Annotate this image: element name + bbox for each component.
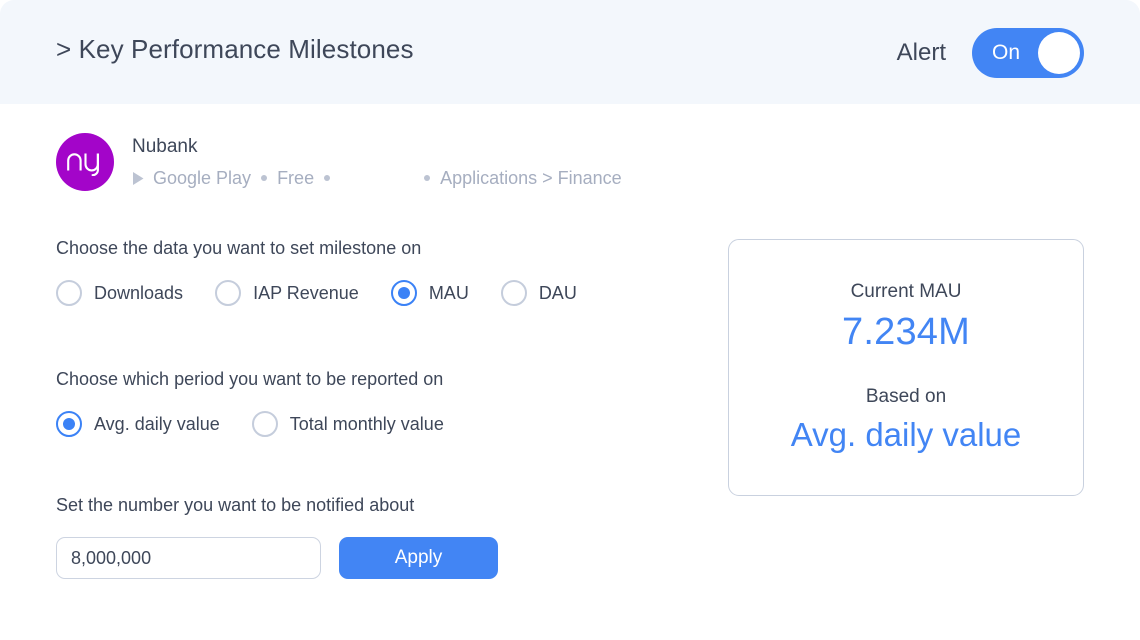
milestone-form: Choose the data you want to set mileston…: [56, 238, 676, 579]
milestone-input-row: Apply: [56, 537, 676, 579]
alert-control-group: Alert On: [897, 28, 1084, 78]
data-radio-group: Downloads IAP Revenue MAU DAU: [56, 280, 676, 306]
app-text-block: Nubank Google Play Free Applications > F…: [132, 133, 622, 189]
milestone-settings-window: > Key Performance Milestones Alert On Nu…: [0, 0, 1140, 640]
radio-option-avg-daily-value[interactable]: Avg. daily value: [56, 411, 220, 437]
radio-label: Downloads: [94, 283, 183, 304]
radio-mark-selected-icon: [56, 411, 82, 437]
alert-label: Alert: [897, 39, 946, 67]
section-spacer: [56, 306, 676, 369]
page-title: > Key Performance Milestones: [56, 34, 414, 65]
period-selection-label: Choose which period you want to be repor…: [56, 369, 676, 390]
radio-option-downloads[interactable]: Downloads: [56, 280, 183, 306]
milestone-number-label: Set the number you want to be notified a…: [56, 495, 676, 516]
app-name: Nubank: [132, 135, 622, 159]
card-basis-caption: Based on: [866, 386, 946, 408]
apply-button[interactable]: Apply: [339, 537, 498, 579]
section-spacer: [56, 437, 676, 495]
radio-option-dau[interactable]: DAU: [501, 280, 577, 306]
app-category: Applications > Finance: [440, 168, 622, 189]
header-bar: > Key Performance Milestones Alert On: [0, 0, 1140, 104]
radio-label: Avg. daily value: [94, 414, 220, 435]
radio-mark-icon: [252, 411, 278, 437]
milestone-number-input[interactable]: [56, 537, 321, 579]
app-meta-row: Google Play Free Applications > Finance: [132, 168, 622, 189]
radio-mark-icon: [56, 280, 82, 306]
current-metric-card: Current MAU 7.234M Based on Avg. daily v…: [728, 239, 1084, 496]
radio-label: MAU: [429, 283, 469, 304]
radio-option-iap-revenue[interactable]: IAP Revenue: [215, 280, 359, 306]
card-metric-value: 7.234M: [842, 311, 970, 354]
card-metric-caption: Current MAU: [851, 281, 962, 303]
app-identity-row: Nubank Google Play Free Applications > F…: [56, 133, 622, 191]
radio-mark-icon: [501, 280, 527, 306]
radio-mark-icon: [215, 280, 241, 306]
app-price: Free: [277, 168, 314, 189]
radio-label: DAU: [539, 283, 577, 304]
radio-label: IAP Revenue: [253, 283, 359, 304]
period-radio-group: Avg. daily value Total monthly value: [56, 411, 676, 437]
toggle-knob[interactable]: [1038, 32, 1080, 74]
meta-separator-dot: [261, 175, 267, 181]
radio-option-mau[interactable]: MAU: [391, 280, 469, 306]
app-logo-nubank: [56, 133, 114, 191]
alert-toggle[interactable]: On: [972, 28, 1084, 78]
alert-toggle-state-label: On: [992, 41, 1020, 65]
card-basis-value: Avg. daily value: [791, 416, 1022, 454]
app-store-name: Google Play: [153, 168, 251, 189]
meta-separator-dot: [324, 175, 330, 181]
data-selection-label: Choose the data you want to set mileston…: [56, 238, 676, 259]
google-play-icon: [132, 171, 145, 186]
radio-label: Total monthly value: [290, 414, 444, 435]
meta-separator-dot: [424, 175, 430, 181]
radio-option-total-monthly-value[interactable]: Total monthly value: [252, 411, 444, 437]
radio-mark-selected-icon: [391, 280, 417, 306]
